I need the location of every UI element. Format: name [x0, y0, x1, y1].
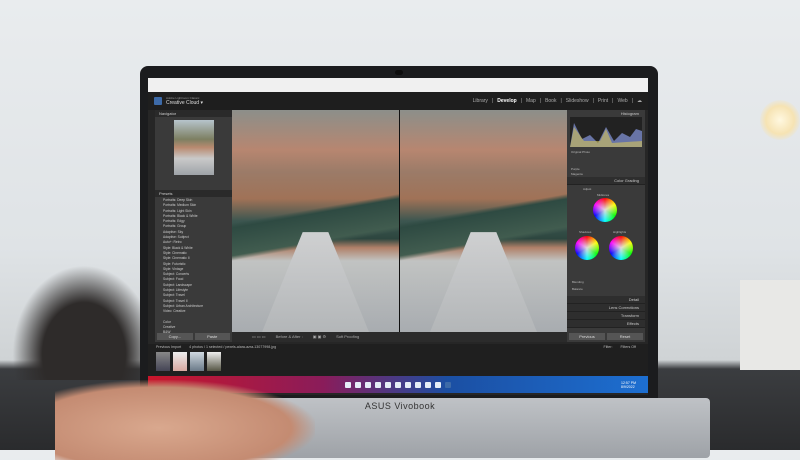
paste-button[interactable]: Paste [194, 333, 230, 340]
module-picker: Library | Develop | Map | Book | Slideshow | … [472, 98, 642, 104]
filmstrip-info: 4 photos / 1 selected / pexels-alara-azr… [189, 345, 277, 349]
original-photo-checkbox[interactable]: Original Photo [571, 150, 590, 154]
lens-corrections-section[interactable]: Lens Corrections [567, 304, 645, 312]
chrome-icon[interactable] [425, 381, 431, 388]
midtones-label: Midtones [597, 193, 610, 197]
reset-button[interactable]: Reset [607, 333, 643, 340]
lightroom-logo-icon [154, 97, 162, 105]
develop-toolbar: ▭ ▭ ▭ Before & After : ▣ ▣ ⚙ Soft Proofi… [232, 332, 567, 342]
filmstrip-thumbnail[interactable] [156, 352, 170, 371]
module-library[interactable]: Library [473, 98, 488, 104]
before-after-label: Before & After : [275, 334, 303, 339]
shelf [740, 280, 800, 370]
left-panel: Navigator Presets Portraits: Deep Skin Po… [155, 110, 232, 342]
shadows-label: Shadows [579, 230, 592, 234]
navigator-preview[interactable] [173, 120, 214, 175]
soft-proofing-checkbox[interactable]: Soft Proofing [336, 332, 359, 342]
file-explorer-icon[interactable] [385, 381, 391, 388]
start-icon[interactable] [345, 381, 351, 388]
filmstrip-thumbnail[interactable] [207, 352, 221, 371]
cloud-icon[interactable]: ☁ [637, 98, 642, 104]
midtones-color-wheel[interactable] [593, 198, 617, 222]
filmstrip: Previous Import 4 photos / 1 selected / … [148, 344, 648, 376]
navigator-header[interactable]: Navigator [155, 110, 232, 117]
background-shadow [0, 250, 140, 380]
histogram [570, 117, 642, 147]
edge-icon[interactable] [395, 381, 401, 388]
blending-slider[interactable]: Blending [572, 280, 584, 284]
right-panel: Histogram Original Photo Purple Magenta … [567, 110, 645, 342]
previous-button[interactable]: Previous [569, 333, 605, 340]
lightroom-taskbar-icon[interactable] [445, 381, 451, 388]
filmstrip-source[interactable]: Previous Import [156, 344, 181, 351]
laptop-screen: Adobe Lightroom Classic Creative Cloud ▾ … [148, 78, 648, 395]
app-icon[interactable] [415, 381, 421, 388]
presets-header[interactable]: Presets [155, 190, 232, 197]
transform-section[interactable]: Transform [567, 312, 645, 320]
module-slideshow[interactable]: Slideshow [566, 98, 589, 104]
copy-button[interactable]: Copy... [157, 333, 193, 340]
store-icon[interactable] [405, 381, 411, 388]
module-web[interactable]: Web [617, 98, 627, 104]
highlights-label: Highlights [613, 230, 627, 234]
lamp [760, 100, 800, 140]
task-view-icon[interactable] [365, 381, 371, 388]
filmstrip-thumbnail[interactable] [190, 352, 204, 371]
color-grading-header[interactable]: Color Grading [567, 177, 645, 185]
module-print[interactable]: Print [598, 98, 608, 104]
purple-label: Purple [571, 167, 580, 171]
view-mode-icons[interactable]: ▭ ▭ ▭ [252, 332, 266, 342]
module-book[interactable]: Book [545, 98, 556, 104]
histogram-header[interactable]: Histogram [567, 110, 645, 117]
system-clock[interactable]: 12:57 PM 8/9/2022 [621, 381, 636, 389]
after-photo[interactable] [400, 110, 567, 332]
adjust-label: Adjust [583, 187, 592, 191]
shadows-color-wheel[interactable] [575, 236, 599, 260]
presets-list: Portraits: Deep Skin Portraits: Medium Sk… [155, 197, 232, 316]
lightroom-topbar: Adobe Lightroom Classic Creative Cloud ▾ … [148, 92, 648, 110]
identity-plate[interactable]: Adobe Lightroom Classic Creative Cloud ▾ [166, 96, 203, 106]
chat-icon[interactable] [375, 381, 381, 388]
webcam [395, 70, 403, 75]
search-icon[interactable] [355, 381, 361, 388]
before-photo[interactable] [232, 110, 399, 332]
window-titlebar [148, 78, 648, 92]
filter-dropdown[interactable]: Filters Off [620, 344, 636, 351]
module-develop[interactable]: Develop [497, 98, 516, 104]
filter-label: Filter: [603, 345, 613, 349]
swap-icons[interactable]: ▣ ▣ ⚙ [313, 332, 326, 342]
preset-item[interactable]: Video: Creative [155, 309, 232, 314]
detail-section[interactable]: Detail [567, 296, 645, 304]
balance-slider[interactable]: Balance [572, 287, 583, 291]
magenta-label: Magenta [571, 172, 583, 176]
before-after-view [232, 110, 567, 332]
module-map[interactable]: Map [526, 98, 536, 104]
filmstrip-thumbnail[interactable] [173, 352, 187, 371]
hand [55, 380, 315, 460]
settings-icon[interactable] [435, 381, 441, 388]
effects-section[interactable]: Effects [567, 320, 645, 328]
highlights-color-wheel[interactable] [609, 236, 633, 260]
